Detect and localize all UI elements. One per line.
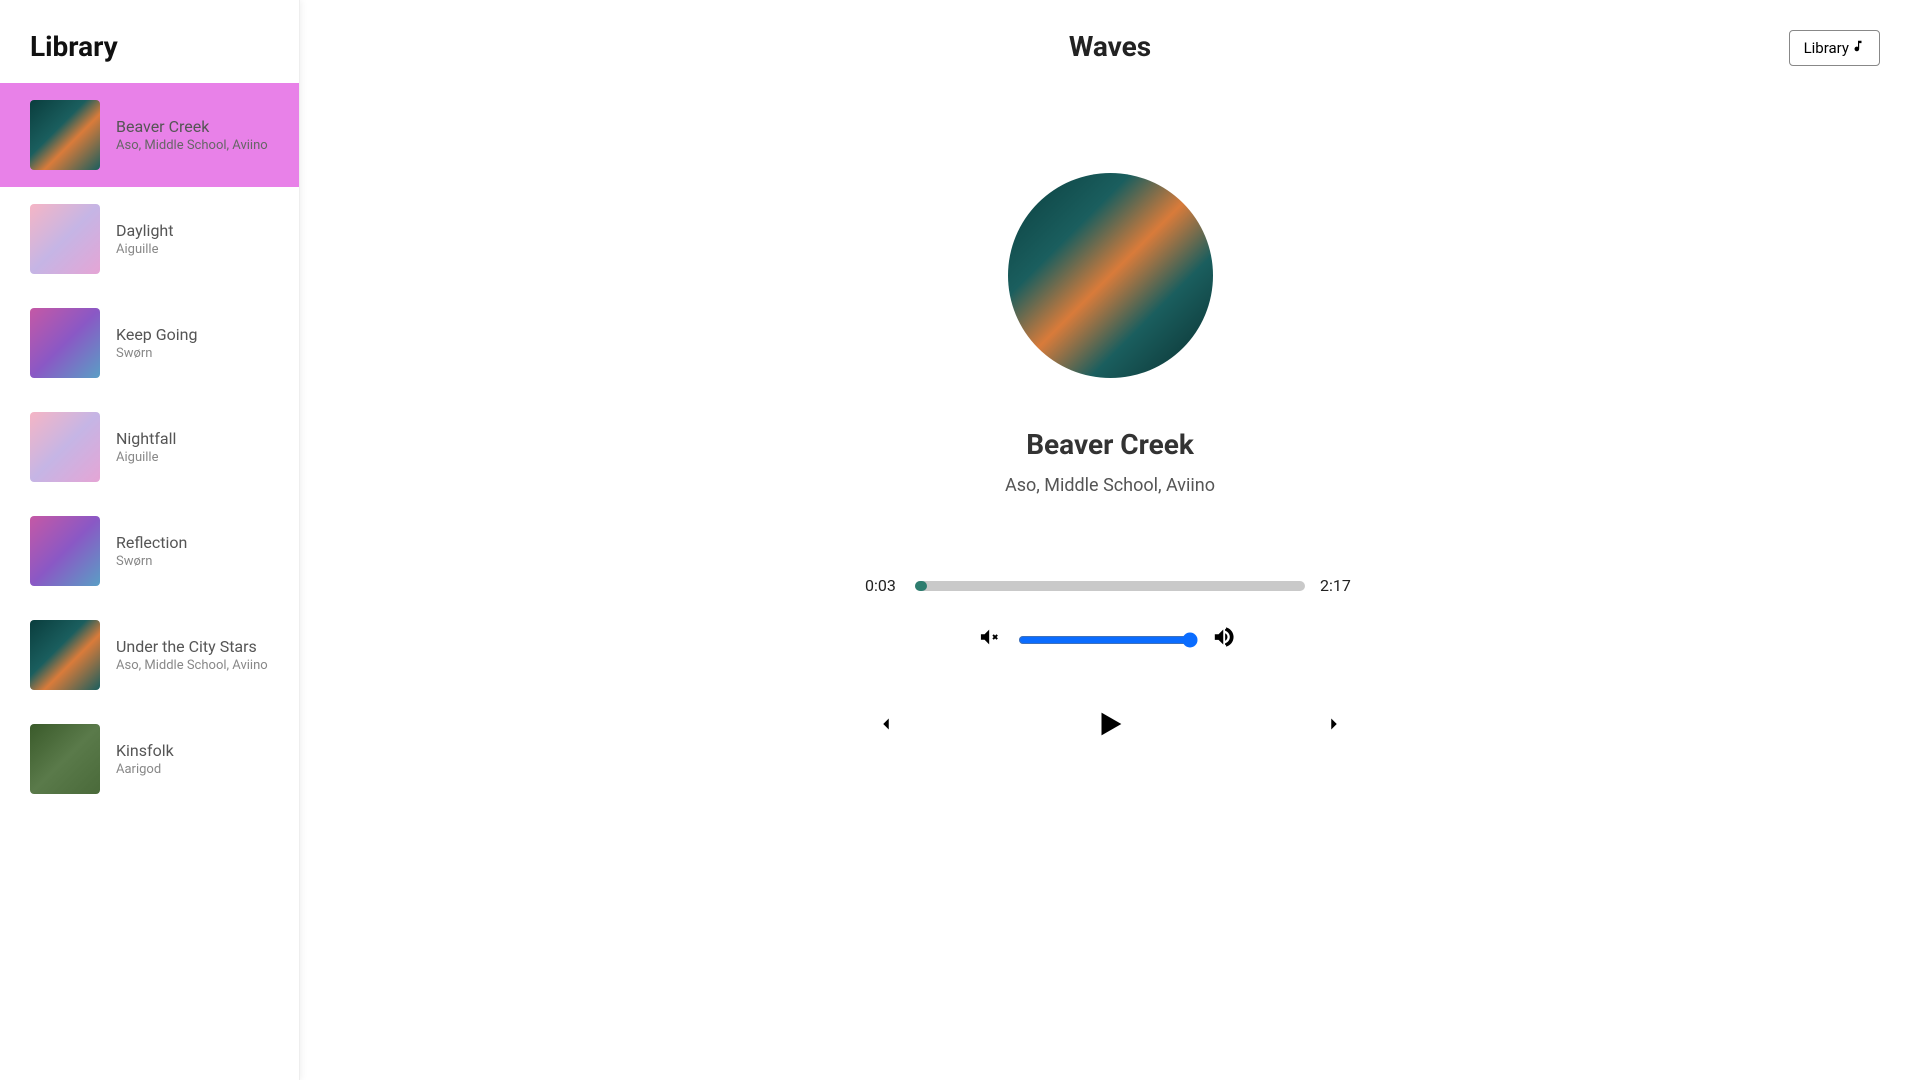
song-item[interactable]: Kinsfolk Aarigod <box>0 707 299 811</box>
playback-controls <box>865 695 1355 757</box>
prev-button[interactable] <box>865 703 907 749</box>
library-toggle-button[interactable]: Library <box>1789 30 1880 66</box>
song-info: Kinsfolk Aarigod <box>116 741 174 777</box>
progress-row: 0:03 2:17 <box>865 576 1355 595</box>
song-thumbnail <box>30 516 100 586</box>
song-item[interactable]: Reflection Swørn <box>0 499 299 603</box>
mute-icon[interactable] <box>978 626 1004 654</box>
main-player: Waves Library Beaver Creek Aso, Middle S… <box>300 0 1920 1080</box>
volume-row <box>978 625 1242 655</box>
song-title: Daylight <box>116 221 173 240</box>
song-title: Keep Going <box>116 325 198 344</box>
chevron-right-icon <box>1323 724 1345 739</box>
song-info: Reflection Swørn <box>116 533 187 569</box>
song-thumbnail <box>30 204 100 274</box>
song-thumbnail <box>30 100 100 170</box>
progress-fill <box>915 581 927 591</box>
song-artist: Swørn <box>116 346 198 361</box>
next-button[interactable] <box>1313 703 1355 749</box>
song-artist: Aarigod <box>116 762 174 777</box>
play-button[interactable] <box>1083 695 1137 757</box>
library-sidebar: Library Beaver Creek Aso, Middle School, … <box>0 0 300 1080</box>
current-time: 0:03 <box>865 576 900 595</box>
library-button-label: Library <box>1804 39 1849 57</box>
song-item[interactable]: Daylight Aiguille <box>0 187 299 291</box>
app-title: Waves <box>1069 30 1151 63</box>
song-info: Nightfall Aiguille <box>116 429 176 465</box>
song-artist: Swørn <box>116 554 187 569</box>
song-title: Reflection <box>116 533 187 552</box>
duration-time: 2:17 <box>1320 576 1355 595</box>
song-title: Beaver Creek <box>116 117 268 136</box>
song-artist: Aso, Middle School, Aviino <box>116 138 268 153</box>
song-item[interactable]: Nightfall Aiguille <box>0 395 299 499</box>
sidebar-title: Library <box>0 0 299 83</box>
song-artist: Aso, Middle School, Aviino <box>116 658 268 673</box>
now-playing-artist: Aso, Middle School, Aviino <box>1005 475 1215 496</box>
song-item[interactable]: Keep Going Swørn <box>0 291 299 395</box>
now-playing-title: Beaver Creek <box>1026 428 1194 461</box>
album-art <box>1008 173 1213 378</box>
song-info: Under the City Stars Aso, Middle School, … <box>116 637 268 673</box>
song-thumbnail <box>30 412 100 482</box>
song-item[interactable]: Under the City Stars Aso, Middle School, … <box>0 603 299 707</box>
song-thumbnail <box>30 620 100 690</box>
song-thumbnail <box>30 308 100 378</box>
play-icon <box>1093 732 1127 747</box>
song-info: Beaver Creek Aso, Middle School, Aviino <box>116 117 268 153</box>
progress-bar[interactable] <box>915 581 1305 591</box>
header: Waves Library <box>340 30 1880 63</box>
song-item[interactable]: Beaver Creek Aso, Middle School, Aviino <box>0 83 299 187</box>
song-title: Nightfall <box>116 429 176 448</box>
volume-up-icon[interactable] <box>1212 625 1242 655</box>
song-title: Under the City Stars <box>116 637 268 656</box>
music-icon <box>1851 39 1865 57</box>
song-artist: Aiguille <box>116 242 173 257</box>
volume-slider[interactable] <box>1018 632 1198 648</box>
song-info: Daylight Aiguille <box>116 221 173 257</box>
song-info: Keep Going Swørn <box>116 325 198 361</box>
song-title: Kinsfolk <box>116 741 174 760</box>
song-artist: Aiguille <box>116 450 176 465</box>
chevron-left-icon <box>875 724 897 739</box>
song-thumbnail <box>30 724 100 794</box>
song-list: Beaver Creek Aso, Middle School, Aviino Da… <box>0 83 299 811</box>
